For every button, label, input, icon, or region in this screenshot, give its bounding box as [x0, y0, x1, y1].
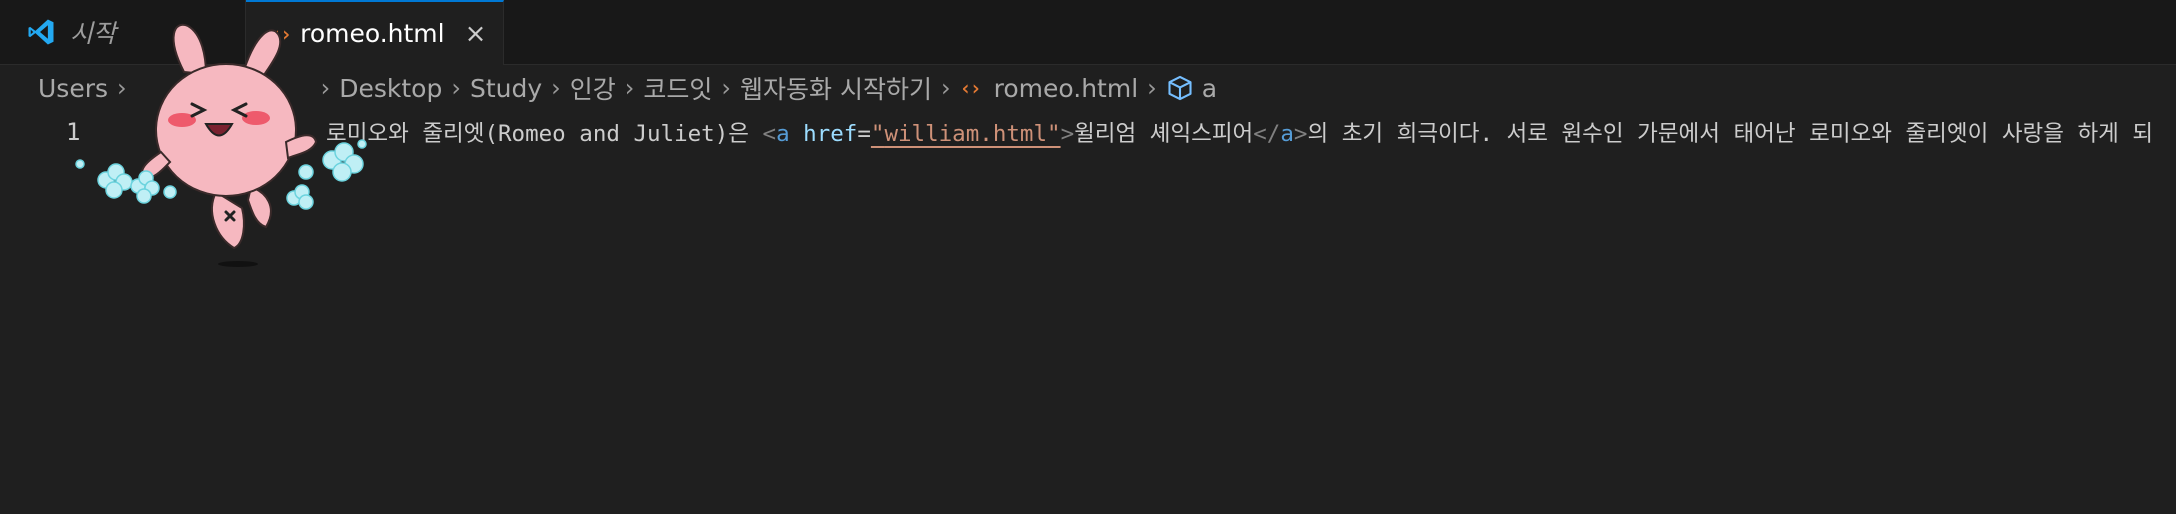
close-icon[interactable]: × [465, 21, 487, 47]
tag-open-bracket: < [762, 121, 777, 147]
symbol-element-icon [1166, 74, 1202, 102]
breadcrumb-symbol-label: a [1201, 73, 1218, 103]
pink-bunny-sticker [66, 12, 386, 272]
href-value-link[interactable]: william.html [884, 121, 1047, 147]
breadcrumb-item-ingang[interactable]: 인강 [570, 70, 616, 106]
html-file-icon: ‹› [959, 76, 982, 100]
code-plain-text: 로미오와 줄리엣(Romeo and Juliet)은 [326, 121, 763, 147]
vscode-window: 시작 ‹› romeo.html × Users › › Desktop › S… [0, 0, 2176, 514]
code-plain-text-after: 의 초기 희극이다. 서로 원수인 가문에서 태어난 로미오와 줄리엣이 사랑을… [1307, 121, 2154, 147]
breadcrumb-item-codeit[interactable]: 코드잇 [643, 70, 712, 106]
attribute-quote: " [1047, 121, 1061, 147]
breadcrumb-item-study[interactable]: Study [470, 74, 542, 103]
attribute-quote: " [870, 121, 885, 147]
chevron-right-icon: › [551, 74, 561, 102]
breadcrumb-item-web-automation[interactable]: 웹자동화 시작하기 [740, 70, 932, 106]
chevron-right-icon: › [1147, 74, 1157, 102]
chevron-right-icon: › [451, 74, 461, 102]
link-text: 윌리엄 셰익스피어 [1074, 121, 1254, 147]
attribute-equals: = [857, 121, 871, 147]
chevron-right-icon: › [940, 74, 951, 102]
attribute-name: href [803, 121, 858, 147]
vscode-logo-icon [26, 17, 56, 47]
chevron-right-icon: › [721, 74, 731, 102]
closing-tag-close-bracket: > [1293, 121, 1308, 147]
breadcrumb-item-symbol-a[interactable]: a [1166, 74, 1217, 103]
chevron-right-icon: › [624, 74, 635, 102]
breadcrumb-item-file[interactable]: ‹› romeo.html [960, 74, 1139, 103]
breadcrumb-file-label: romeo.html [993, 73, 1139, 103]
closing-tag-name: a [1280, 121, 1294, 147]
tag-name: a [776, 121, 790, 147]
code-text[interactable]: 로미오와 줄리엣(Romeo and Juliet)은 <a href="wil… [326, 116, 2153, 148]
tag-close-bracket: > [1060, 121, 1075, 147]
closing-tag-open-bracket: </ [1253, 121, 1281, 147]
